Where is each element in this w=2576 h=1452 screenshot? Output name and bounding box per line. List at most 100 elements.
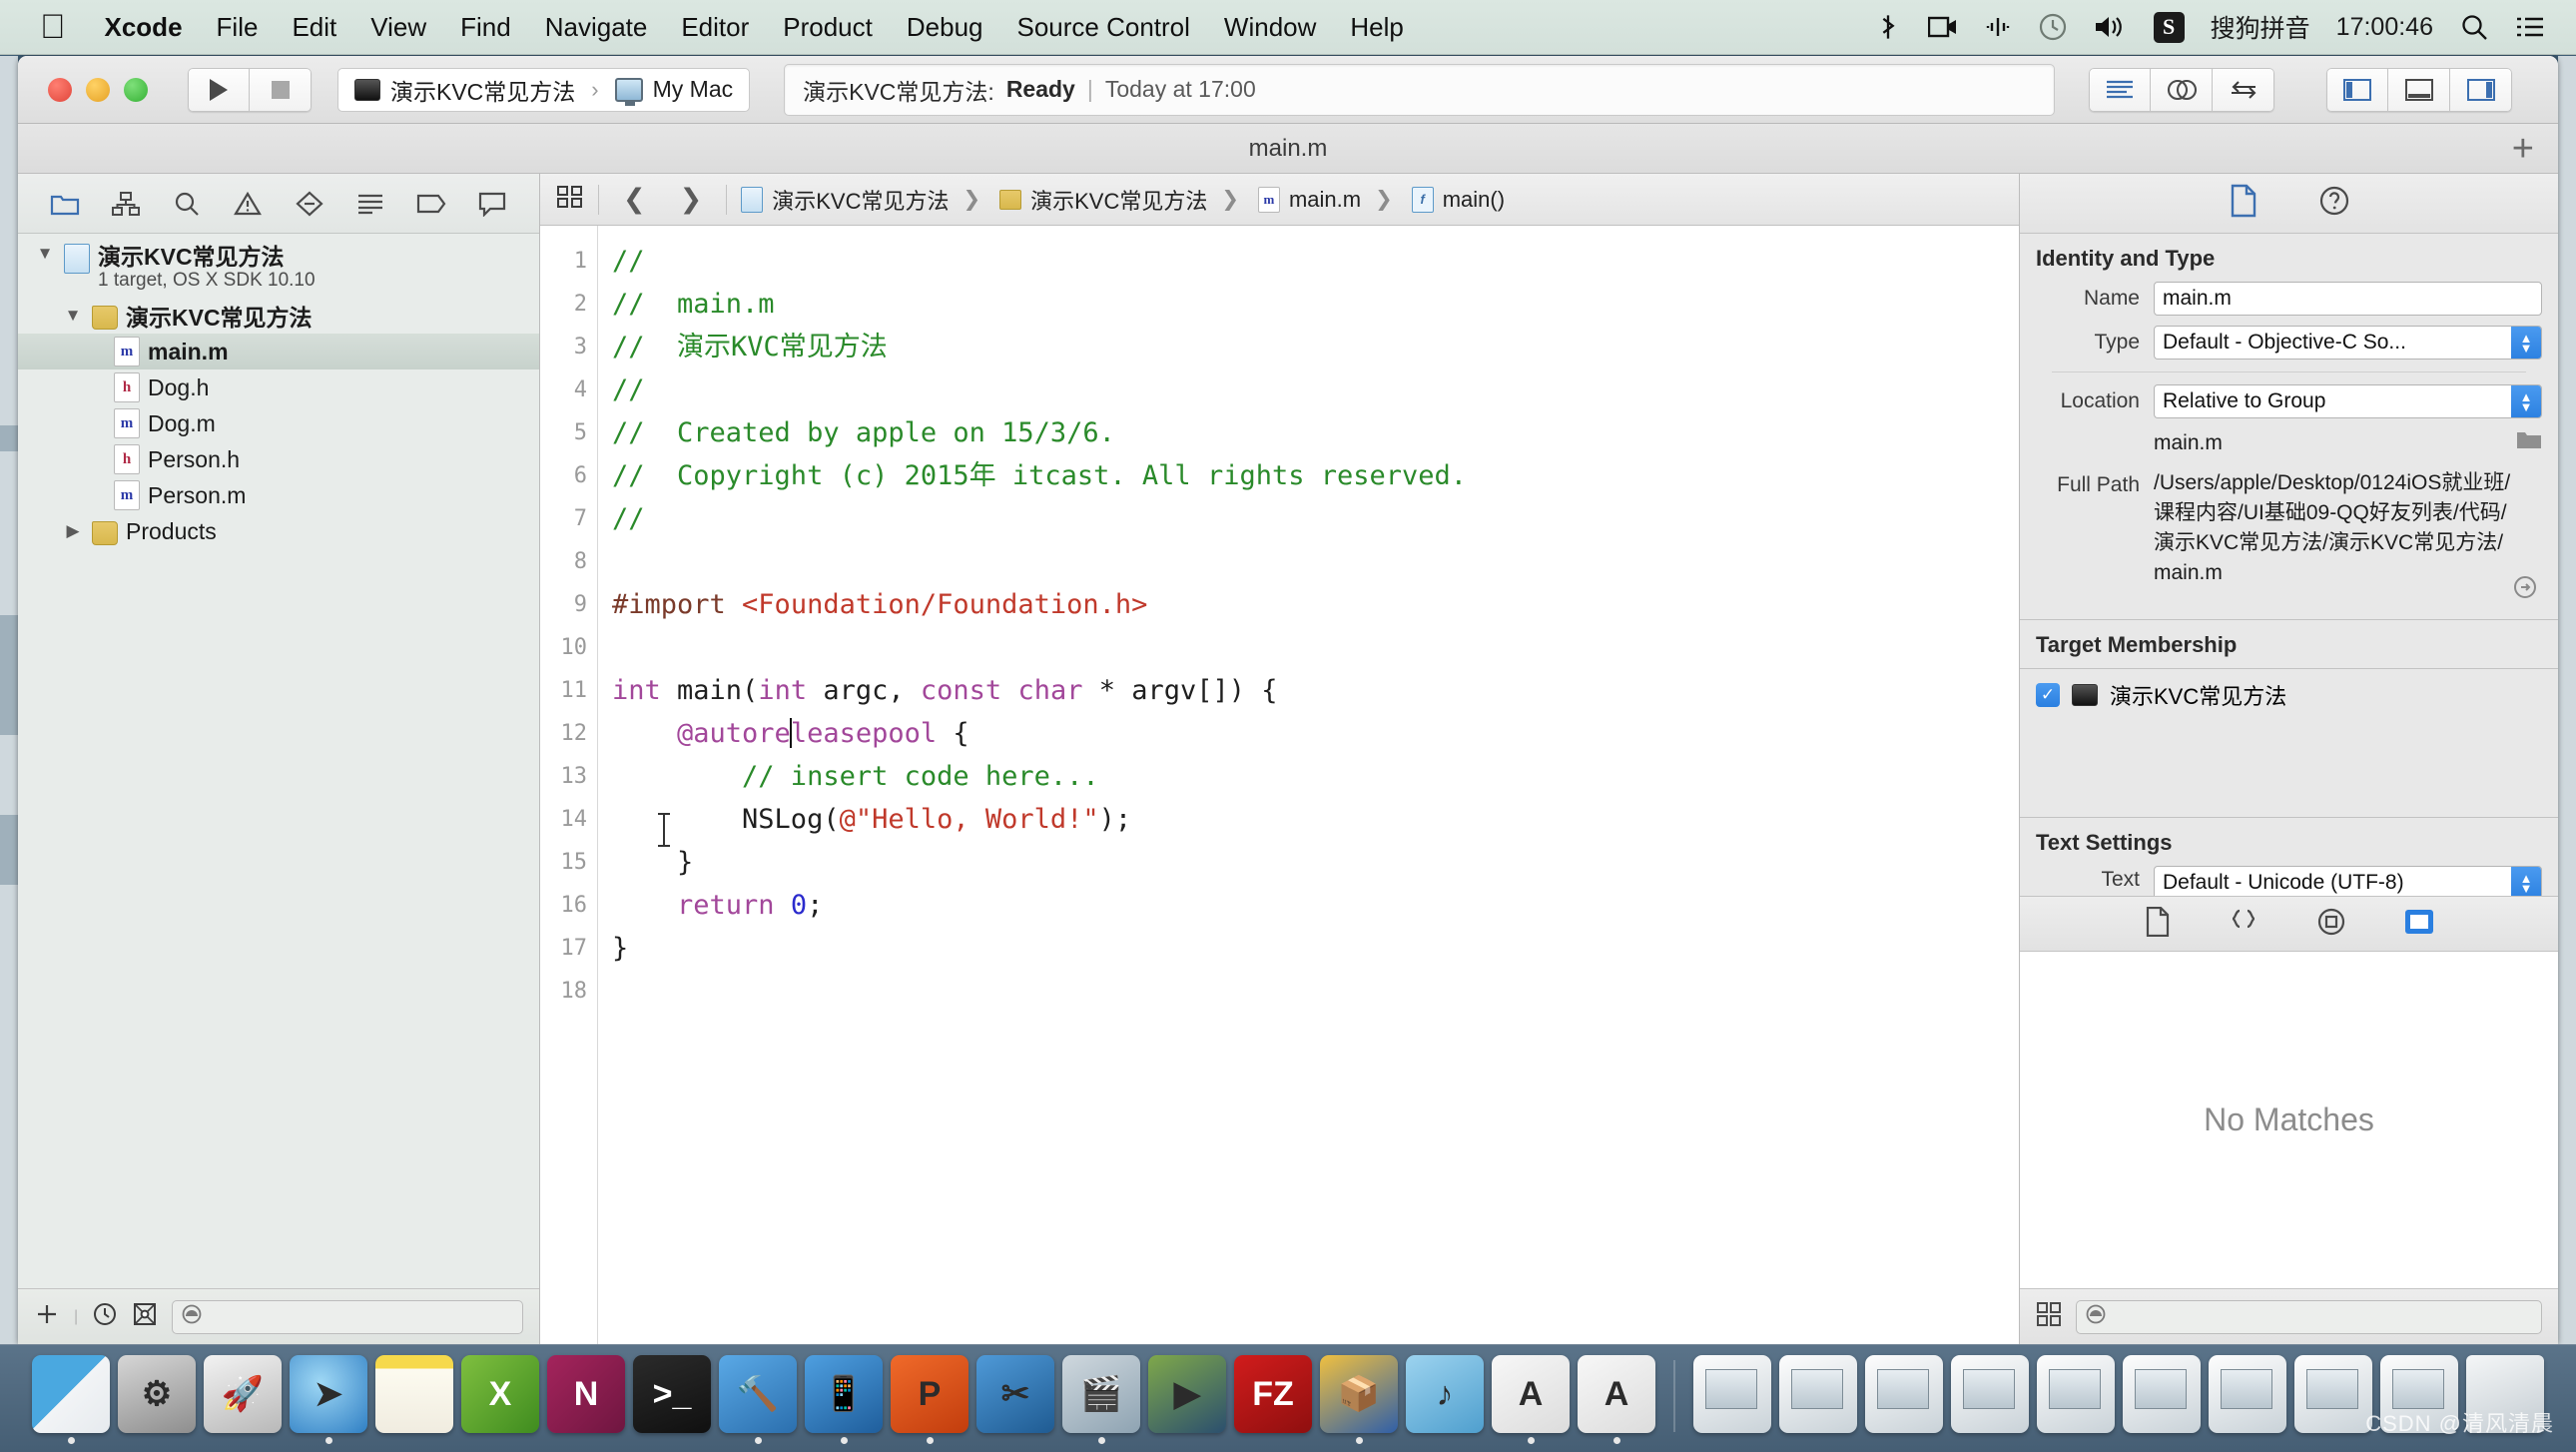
dock-item-archive-utility[interactable]: 📦 — [1320, 1355, 1398, 1444]
dock-minimized-window-blank-2[interactable] — [2209, 1355, 2286, 1444]
code-line[interactable]: // main.m — [612, 283, 2019, 326]
menu-item-product[interactable]: Product — [766, 12, 890, 43]
dock-item-xmind[interactable]: X — [461, 1355, 539, 1444]
add-icon[interactable] — [34, 1301, 60, 1332]
app-b-icon[interactable]: A — [1578, 1355, 1655, 1433]
menu-item-debug[interactable]: Debug — [890, 12, 1000, 43]
input-method-badge[interactable]: S — [2141, 11, 2198, 43]
finder-icon[interactable] — [32, 1355, 110, 1433]
breadcrumb-project[interactable]: 演示KVC常见方法 ❯ — [741, 184, 985, 216]
back-chevron-icon[interactable]: ❮ — [613, 184, 656, 215]
quicktime-icon[interactable]: 🎬 — [1062, 1355, 1140, 1433]
code-line[interactable]: } — [612, 927, 2019, 970]
code-line[interactable] — [612, 540, 2019, 583]
filezilla-icon[interactable]: FZ — [1234, 1355, 1312, 1433]
onenote-icon[interactable]: N — [547, 1355, 625, 1433]
code-line[interactable] — [612, 626, 2019, 669]
close-button[interactable] — [48, 77, 72, 102]
time-machine-icon[interactable] — [2025, 12, 2081, 42]
menubar-clock[interactable]: 17:00:46 — [2323, 13, 2446, 42]
window-xcode-2-thumbnail[interactable] — [1951, 1355, 2029, 1433]
test-navigator-icon[interactable] — [279, 174, 339, 233]
navigator-filter-text[interactable] — [203, 1305, 514, 1328]
name-field[interactable]: main.m — [2154, 282, 2542, 316]
window-xcode-5-thumbnail[interactable] — [2294, 1355, 2372, 1433]
xmind-icon[interactable]: X — [461, 1355, 539, 1433]
code-line[interactable]: @autoreleasepool { — [612, 712, 2019, 755]
library-filter-text[interactable] — [2107, 1305, 2533, 1328]
source-editor[interactable]: 1 2 3 4 5 6 7 8 9 10 11 12 13 14 15 16 1 — [540, 226, 2019, 1344]
code-line[interactable]: // Copyright (c) 2015年 itcast. All right… — [612, 454, 2019, 497]
dock-minimized-window-safari[interactable] — [1693, 1355, 1771, 1444]
toggle-utilities-icon[interactable] — [2450, 67, 2512, 112]
menu-item-file[interactable]: File — [200, 12, 276, 43]
dock-item-app-b[interactable]: A — [1578, 1355, 1655, 1444]
dock-item-pdf-tool[interactable]: P — [891, 1355, 968, 1444]
bluetooth-icon[interactable] — [1861, 12, 1915, 42]
tree-item-dog-m[interactable]: m Dog.m — [18, 405, 539, 441]
source-control-filter-icon[interactable] — [132, 1301, 158, 1332]
dock-item-xcode[interactable]: 🔨 — [719, 1355, 797, 1444]
forward-chevron-icon[interactable]: ❯ — [670, 184, 713, 215]
dock-item-app-a[interactable]: A — [1492, 1355, 1570, 1444]
type-popup-button[interactable]: Default - Objective-C So... ▲ ▼ — [2154, 326, 2542, 360]
window-blank-2-thumbnail[interactable] — [2209, 1355, 2286, 1433]
toggle-navigator-icon[interactable] — [2326, 67, 2388, 112]
safari-icon[interactable]: ➤ — [290, 1355, 367, 1433]
mplayer-icon[interactable]: ▶ — [1148, 1355, 1226, 1433]
dock-item-xcode-ios[interactable]: 📱 — [805, 1355, 883, 1444]
zoom-button[interactable] — [124, 77, 148, 102]
code-line[interactable]: // Created by apple on 15/3/6. — [612, 411, 2019, 454]
find-navigator-icon[interactable] — [157, 174, 218, 233]
code-line[interactable]: // — [612, 497, 2019, 540]
library-filter-input[interactable] — [2076, 1299, 2542, 1334]
breadcrumb-group[interactable]: 演示KVC常见方法 ❯ — [999, 184, 1244, 216]
window-xcode-4-thumbnail[interactable] — [2123, 1355, 2201, 1433]
dock-item-system-preferences[interactable]: ⚙ — [118, 1355, 196, 1444]
menu-item-editor[interactable]: Editor — [664, 12, 766, 43]
xcode-ios-icon[interactable]: 📱 — [805, 1355, 883, 1433]
dock-item-safari[interactable]: ➤ — [290, 1355, 367, 1444]
code-line[interactable] — [612, 970, 2019, 1013]
tree-item-products[interactable]: ▶ Products — [18, 513, 539, 549]
window-xcode-3-thumbnail[interactable] — [2037, 1355, 2115, 1433]
search-icon[interactable] — [2446, 12, 2502, 42]
library-grid-icon[interactable] — [2036, 1301, 2062, 1332]
scheme-selector[interactable]: 演示KVC常见方法 › My Mac — [337, 67, 751, 112]
text-encoding-popup-button[interactable]: Default - Unicode (UTF-8) ▲ ▼ — [2154, 866, 2542, 896]
dock-minimized-window-xcode-5[interactable] — [2294, 1355, 2372, 1444]
dock-item-garageband[interactable]: ♪ — [1406, 1355, 1484, 1444]
tree-item-person-h[interactable]: h Person.h — [18, 441, 539, 477]
breakpoint-navigator-icon[interactable] — [401, 174, 462, 233]
active-tab-title[interactable]: main.m — [1249, 135, 1328, 163]
popup-chevron-icon[interactable]: ▲ ▼ — [2511, 867, 2541, 896]
terminal-icon[interactable]: >_ — [633, 1355, 711, 1433]
code-line[interactable]: #import <Foundation/Foundation.h> — [612, 583, 2019, 626]
minimize-button[interactable] — [86, 77, 110, 102]
dock-item-snip[interactable]: ✂ — [976, 1355, 1054, 1444]
tree-item-main-m[interactable]: m main.m — [18, 334, 539, 369]
dock-item-terminal[interactable]: >_ — [633, 1355, 711, 1444]
assistant-editor-icon[interactable] — [2151, 67, 2213, 112]
dock-item-finder[interactable] — [32, 1355, 110, 1444]
object-library-icon[interactable] — [2316, 907, 2346, 942]
window-safari-thumbnail[interactable] — [1693, 1355, 1771, 1433]
garageband-icon[interactable]: ♪ — [1406, 1355, 1484, 1433]
menu-item-view[interactable]: View — [353, 12, 443, 43]
breadcrumb-function[interactable]: f main() — [1411, 186, 1505, 213]
xcode-icon[interactable]: 🔨 — [719, 1355, 797, 1433]
dock-item-launchpad[interactable]: 🚀 — [204, 1355, 282, 1444]
code-line[interactable]: // — [612, 240, 2019, 283]
menu-item-help[interactable]: Help — [1333, 12, 1420, 43]
project-tree[interactable]: ▼ 演示KVC常见方法 1 target, OS X SDK 10.10 ▼ 演… — [18, 234, 539, 1288]
dock-minimized-window-xcode-1[interactable] — [1779, 1355, 1857, 1444]
report-navigator-icon[interactable] — [462, 174, 523, 233]
menu-item-edit[interactable]: Edit — [275, 12, 353, 43]
code-line[interactable]: int main(int argc, const char * argv[]) … — [612, 669, 2019, 712]
dock-item-stickies[interactable] — [375, 1355, 453, 1444]
target-membership-row[interactable]: ✓ 演示KVC常见方法 — [2020, 669, 2558, 721]
related-items-icon[interactable] — [556, 184, 584, 216]
file-template-library-icon[interactable] — [2145, 906, 2171, 942]
window-controls[interactable] — [48, 77, 148, 102]
menu-item-navigate[interactable]: Navigate — [528, 12, 665, 43]
